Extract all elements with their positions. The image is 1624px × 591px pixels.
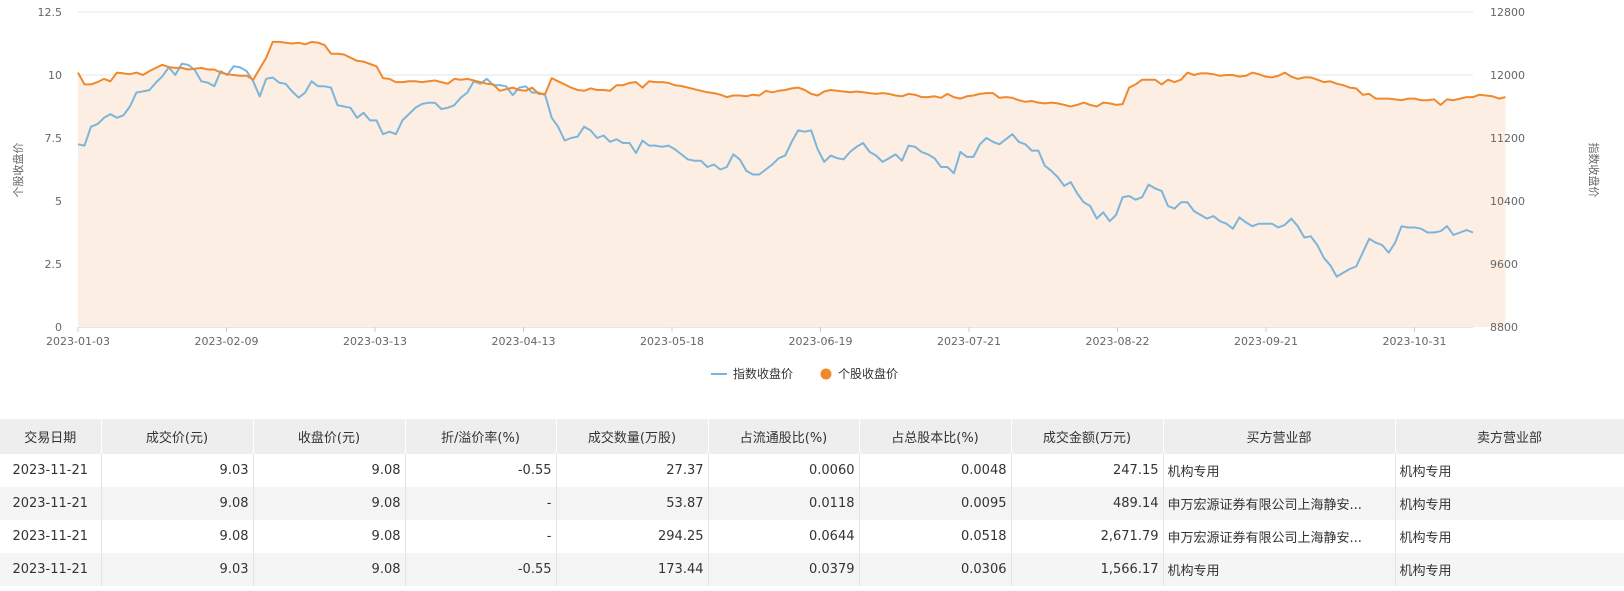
x-tick-label: 2023-07-21: [937, 335, 1001, 348]
area-fill: [78, 41, 1506, 328]
table-cell: 9.08: [101, 520, 254, 553]
column-header: 占总股本比(%): [859, 419, 1012, 454]
price-chart: 0 2.5 5 7.5 10 12.5 8800 9600 10400 11200 12000 128…: [0, 0, 1624, 405]
table-cell: 0.0518: [859, 520, 1012, 553]
table-cell: 0.0644: [708, 520, 860, 553]
table-cell: 247.15: [1011, 454, 1164, 487]
table-cell: 9.08: [101, 487, 254, 520]
x-tick-label: 2023-05-18: [640, 335, 704, 348]
yright-axis-title: 指数收盘价: [1587, 143, 1601, 198]
column-header: 收盘价(元): [253, 419, 406, 454]
legend[interactable]: 指数收盘价 个股收盘价: [711, 366, 898, 381]
yright-tick-label: 8800: [1490, 321, 1518, 334]
x-tick-label: 2023-08-22: [1086, 335, 1150, 348]
table-cell: 机构专用: [1395, 454, 1624, 487]
table-cell: -0.55: [405, 454, 557, 487]
table-row: 2023-11-21 9.03 9.08 -0.55 173.44 0.0379 0.030…: [0, 553, 1624, 586]
table-cell: 173.44: [556, 553, 709, 586]
table-cell: 2023-11-21: [0, 487, 102, 520]
table-cell: 机构专用: [1163, 454, 1396, 487]
x-tick-label: 2023-06-19: [789, 335, 853, 348]
table-cell: 9.03: [101, 454, 254, 487]
x-tick-label: 2023-04-13: [492, 335, 556, 348]
table-cell: 489.14: [1011, 487, 1164, 520]
table-cell: 9.08: [253, 487, 406, 520]
column-header: 卖方营业部: [1395, 419, 1624, 454]
table-cell: -: [405, 520, 557, 553]
table-cell: 0.0379: [708, 553, 860, 586]
table-cell: 2,671.79: [1011, 520, 1164, 553]
table-cell: 机构专用: [1395, 553, 1624, 586]
yleft-axis-title: 个股收盘价: [11, 143, 25, 198]
yright-tick-label: 9600: [1490, 258, 1518, 271]
table-cell: 9.08: [253, 553, 406, 586]
table-cell: 9.08: [253, 520, 406, 553]
table-cell: 机构专用: [1395, 487, 1624, 520]
deal-table: 交易日期 成交价(元) 收盘价(元) 折/溢价率(%) 成交数量(万股) 占流通股比(%)…: [0, 419, 1624, 586]
table-cell: 1,566.17: [1011, 553, 1164, 586]
yleft-tick-label: 0: [55, 321, 62, 334]
x-tick-label: 2023-10-31: [1383, 335, 1447, 348]
yright-tick-label: 11200: [1490, 132, 1525, 145]
price-chart-svg: 0 2.5 5 7.5 10 12.5 8800 9600 10400 11200 12000 128…: [11, 6, 1601, 381]
table-cell: -0.55: [405, 553, 557, 586]
yright-tick-label: 12800: [1490, 6, 1525, 19]
column-header: 折/溢价率(%): [405, 419, 557, 454]
table-cell: 0.0060: [708, 454, 860, 487]
column-header: 交易日期: [0, 419, 102, 454]
table-header-row: 交易日期 成交价(元) 收盘价(元) 折/溢价率(%) 成交数量(万股) 占流通股比(%)…: [0, 419, 1624, 454]
yright-tick-label: 10400: [1490, 195, 1525, 208]
table-cell: 0.0095: [859, 487, 1012, 520]
column-header: 成交数量(万股): [556, 419, 709, 454]
area-fill-个股收盘价: [78, 41, 1506, 328]
table-cell: 机构专用: [1395, 520, 1624, 553]
table-cell: 2023-11-21: [0, 520, 102, 553]
table-row: 2023-11-21 9.08 9.08-294.25 0.0644 0.0518 2,6…: [0, 520, 1624, 553]
yright-tick-label: 12000: [1490, 69, 1525, 82]
yleft-tick-label: 2.5: [45, 258, 63, 271]
table-cell: 0.0118: [708, 487, 860, 520]
table-cell: 9.08: [253, 454, 406, 487]
yleft-tick-label: 12.5: [38, 6, 63, 19]
table-cell: 27.37: [556, 454, 709, 487]
table-body: 2023-11-21 9.03 9.08 -0.55 27.37 0.0060 0.0048…: [0, 454, 1624, 586]
x-tick-label: 2023-02-09: [195, 335, 259, 348]
legend-label-index[interactable]: 指数收盘价: [733, 366, 793, 381]
table-row: 2023-11-21 9.08 9.08-53.87 0.0118 0.0095 489.…: [0, 487, 1624, 520]
column-header: 成交金额(万元): [1011, 419, 1164, 454]
table-cell: 申万宏源证券有限公司上海静安...: [1163, 520, 1396, 553]
table-cell: 2023-11-21: [0, 454, 102, 487]
table-cell: 机构专用: [1163, 553, 1396, 586]
x-tick-label: 2023-01-03: [46, 335, 110, 348]
table-cell: 53.87: [556, 487, 709, 520]
column-header: 买方营业部: [1163, 419, 1396, 454]
table-row: 2023-11-21 9.03 9.08 -0.55 27.37 0.0060 0.0048…: [0, 454, 1624, 487]
yleft-tick-label: 10: [48, 69, 62, 82]
yleft-tick-label: 7.5: [45, 132, 63, 145]
yleft-tick-label: 5: [55, 195, 62, 208]
column-header: 成交价(元): [101, 419, 254, 454]
legend-swatch-stock[interactable]: [820, 368, 832, 380]
table-cell: 申万宏源证券有限公司上海静安...: [1163, 487, 1396, 520]
legend-label-stock[interactable]: 个股收盘价: [838, 366, 898, 381]
table-cell: 294.25: [556, 520, 709, 553]
x-tick-label: 2023-03-13: [343, 335, 407, 348]
table-cell: 2023-11-21: [0, 553, 102, 586]
table-cell: 9.03: [101, 553, 254, 586]
column-header: 占流通股比(%): [708, 419, 860, 454]
table-cell: 0.0306: [859, 553, 1012, 586]
table-cell: 0.0048: [859, 454, 1012, 487]
block-trade-table: 交易日期 成交价(元) 收盘价(元) 折/溢价率(%) 成交数量(万股) 占流通股比(%)…: [0, 419, 1624, 591]
x-tick-label: 2023-09-21: [1234, 335, 1298, 348]
table-cell: -: [405, 487, 557, 520]
